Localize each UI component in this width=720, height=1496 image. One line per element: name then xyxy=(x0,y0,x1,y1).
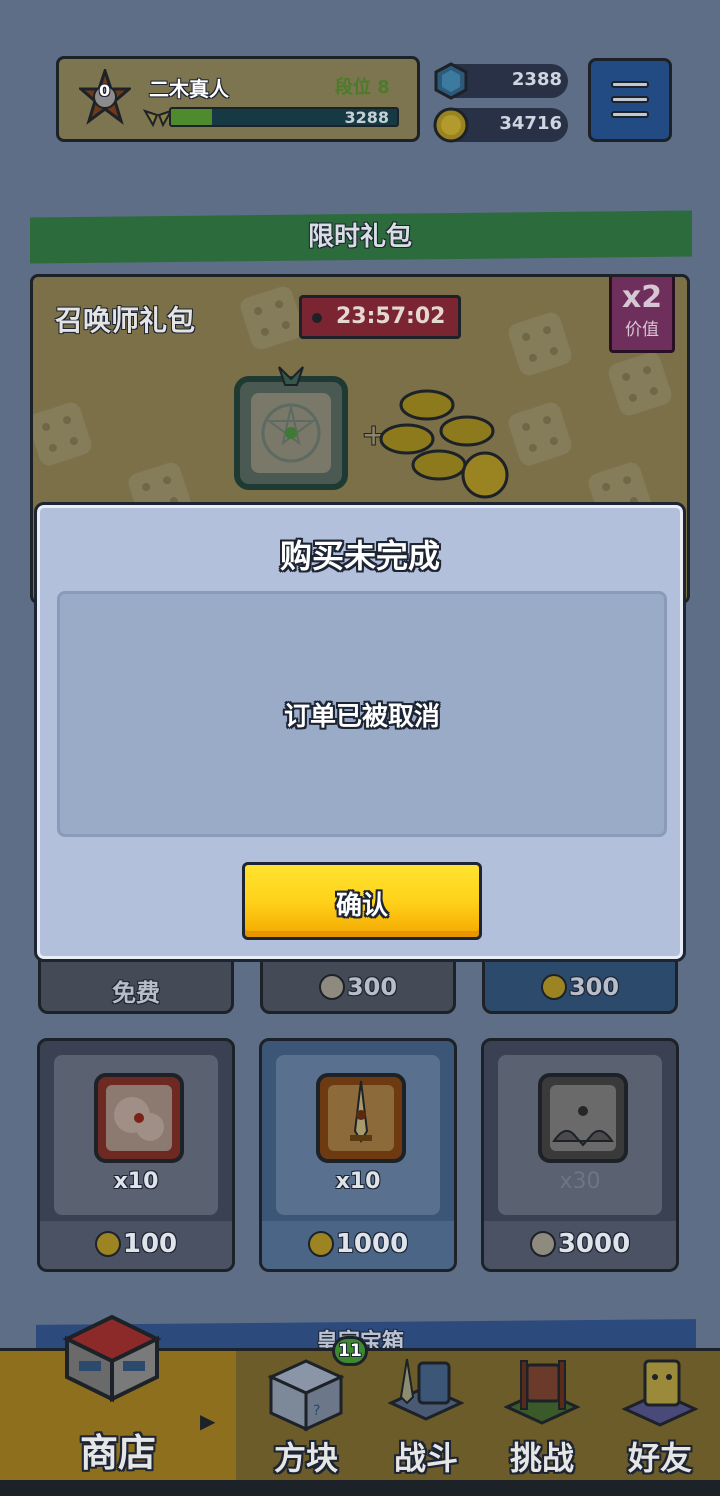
shop-item-card[interactable]: x10 1000 xyxy=(259,1038,457,1272)
dice-notification-badge: 11 xyxy=(332,1336,368,1366)
dice-decoration xyxy=(237,283,307,353)
player-profile-card[interactable]: 0 二木真人 段位 8 3288 xyxy=(56,56,420,142)
xp-progress-bar: 3288 xyxy=(169,107,399,127)
signboard-icon xyxy=(503,1360,581,1425)
multiplier-label: 价值 xyxy=(625,320,659,340)
rank-number: 0 xyxy=(99,81,111,100)
bottom-navigation: 商店 ▶ ? 方块 战斗 挑战 好友 xyxy=(0,1314,720,1496)
svg-text:?: ? xyxy=(313,1403,320,1419)
nav-label: 方块 xyxy=(273,1439,338,1477)
player-name: 二木真人 xyxy=(149,77,229,101)
price-label: 免费 xyxy=(112,979,160,1007)
nav-item-battle[interactable]: 战斗 xyxy=(368,1351,484,1496)
dice-decoration xyxy=(605,349,675,419)
menu-line-icon xyxy=(611,81,649,88)
shop-item-card[interactable]: x10 100 xyxy=(37,1038,235,1272)
confirm-button-label: 确认 xyxy=(335,891,388,921)
coin-value: 34716 xyxy=(499,113,562,134)
sword-shield-icon xyxy=(387,1358,465,1421)
nav-label: 好友 xyxy=(627,1439,692,1477)
dice-block-icon: ? xyxy=(267,1359,345,1432)
dialog-message: 订单已被取消 xyxy=(283,702,440,732)
price-label: 300 xyxy=(263,973,453,1001)
gem-icon xyxy=(434,62,468,100)
coin-icon xyxy=(433,107,469,143)
price-label: 300 xyxy=(485,973,675,1001)
pack-timer: 23:57:02 xyxy=(299,295,461,339)
gem-counter[interactable]: 2388 xyxy=(434,62,568,100)
nav-label: 挑战 xyxy=(509,1439,574,1477)
friend-icon xyxy=(621,1359,699,1427)
item-price: 1000 xyxy=(262,1229,454,1259)
item-quantity: x10 xyxy=(335,1169,381,1194)
menu-line-icon xyxy=(611,111,649,118)
gem-value: 2388 xyxy=(511,69,562,90)
xp-value: 3288 xyxy=(344,108,389,127)
item-price: 100 xyxy=(40,1229,232,1259)
dice-decoration xyxy=(33,399,95,469)
multiplier-value: x2 xyxy=(621,280,663,315)
item-quantity: x10 xyxy=(113,1169,159,1194)
nav-item-friends[interactable]: 好友 xyxy=(600,1351,720,1496)
menu-button[interactable] xyxy=(588,58,672,142)
silver-price-tab[interactable]: 300 xyxy=(260,958,456,1014)
shop-icon xyxy=(62,1314,162,1403)
gold-coin-icon xyxy=(94,1231,121,1257)
rank-star-icon xyxy=(79,69,131,125)
nav-label: 战斗 xyxy=(393,1439,458,1477)
coin-counter[interactable]: 34716 xyxy=(433,107,568,143)
nav-item-challenge[interactable]: 挑战 xyxy=(484,1351,600,1496)
pack-title: 召唤师礼包 xyxy=(55,304,196,337)
item-quantity: x30 xyxy=(559,1169,601,1194)
limited-section-title: 限时礼包 xyxy=(307,222,412,252)
shop-item-card[interactable]: x30 3000 xyxy=(481,1038,679,1272)
confirm-button[interactable]: 确认 xyxy=(242,862,482,940)
gold-coin-icon xyxy=(540,974,567,1000)
purchase-incomplete-dialog: 购买未完成 订单已被取消 确认 xyxy=(34,502,686,962)
gold-price-tab[interactable]: 300 xyxy=(482,958,678,1014)
nav-item-shop[interactable]: 商店 ▶ xyxy=(0,1314,236,1496)
nav-item-dice[interactable]: ? 方块 xyxy=(248,1351,364,1496)
cloud-burst-dice-icon xyxy=(94,1073,184,1163)
free-price-tab[interactable]: 免费 xyxy=(38,958,234,1014)
summoner-dice-and-coins-icon: + xyxy=(234,366,509,499)
item-price: 3000 xyxy=(484,1229,676,1259)
dialog-message-panel: 订单已被取消 xyxy=(57,591,667,837)
dialog-title: 购买未完成 xyxy=(279,537,440,575)
silver-coin-icon xyxy=(318,974,345,1000)
menu-line-icon xyxy=(611,96,649,103)
system-bottom-strip xyxy=(0,1480,720,1496)
item-price-bar: 100 xyxy=(40,1221,232,1269)
item-price-bar: 3000 xyxy=(484,1221,676,1269)
sword-dice-icon xyxy=(316,1073,406,1163)
xp-progress-fill xyxy=(171,109,212,125)
silver-coin-icon xyxy=(529,1231,556,1257)
play-arrow-icon: ▶ xyxy=(200,1409,216,1433)
value-multiplier-badge: x2 价值 xyxy=(609,277,675,353)
rank-label: 段位 8 xyxy=(335,77,390,98)
hands-dice-icon xyxy=(538,1073,628,1163)
item-price-bar: 1000 xyxy=(262,1221,454,1269)
gold-coin-icon xyxy=(307,1231,334,1257)
timer-text: 23:57:02 xyxy=(336,304,446,329)
